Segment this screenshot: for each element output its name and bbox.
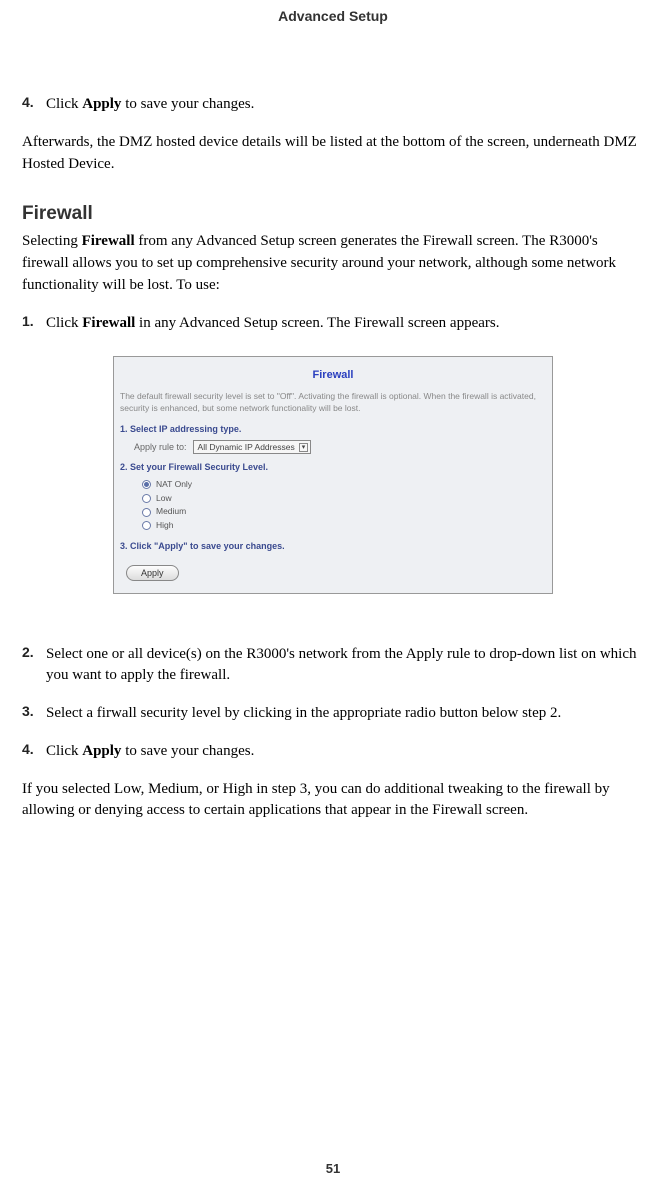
text-post: to save your changes. [121, 96, 254, 112]
intro-paragraph: Selecting Firewall from any Advanced Set… [22, 231, 644, 296]
radio-label: High [156, 519, 173, 533]
step-text: Click Apply to save your changes. [46, 94, 644, 116]
select-value: All Dynamic IP Addresses [198, 442, 295, 452]
step-text: Click Apply to save your changes. [46, 741, 644, 763]
step-number: 1. [22, 313, 46, 335]
security-level-radios: NAT Only Low Medium High [142, 478, 546, 532]
apply-button[interactable]: Apply [126, 565, 179, 581]
text-bold: Firewall [82, 233, 135, 249]
step-3: 3. Select a firwall security level by cl… [22, 703, 644, 725]
step-text: Select a firwall security level by click… [46, 703, 644, 725]
section-heading-firewall: Firewall [22, 203, 644, 225]
text-post: to save your changes. [121, 743, 254, 759]
text-pre: Click [46, 743, 82, 759]
radio-label: Medium [156, 505, 186, 519]
panel-step3-label: 3. Click "Apply" to save your changes. [120, 541, 546, 551]
step-number: 3. [22, 703, 46, 725]
step-4-bottom: 4. Click Apply to save your changes. [22, 741, 644, 763]
step-text: Select one or all device(s) on the R3000… [46, 644, 644, 688]
ip-address-select[interactable]: All Dynamic IP Addresses ▾ [193, 440, 312, 454]
chevron-down-icon: ▾ [299, 443, 309, 452]
step-text: Click Firewall in any Advanced Setup scr… [46, 313, 644, 335]
radio-label: NAT Only [156, 478, 192, 492]
radio-icon [142, 521, 151, 530]
radio-high[interactable]: High [142, 519, 546, 533]
apply-rule-row: Apply rule to: All Dynamic IP Addresses … [134, 440, 546, 454]
text-pre: Click [46, 315, 82, 331]
panel-description: The default firewall security level is s… [120, 391, 546, 414]
step-1: 1. Click Firewall in any Advanced Setup … [22, 313, 644, 335]
step-4-top: 4. Click Apply to save your changes. [22, 94, 644, 116]
radio-nat-only[interactable]: NAT Only [142, 478, 546, 492]
radio-low[interactable]: Low [142, 492, 546, 506]
step-2: 2. Select one or all device(s) on the R3… [22, 644, 644, 688]
page-number: 51 [0, 1161, 666, 1176]
step-number: 4. [22, 94, 46, 116]
text-pre: Click [46, 96, 82, 112]
text-bold: Apply [82, 743, 121, 759]
text-pre: Selecting [22, 233, 82, 249]
step-number: 2. [22, 644, 46, 688]
panel-title: Firewall [120, 369, 546, 381]
text-post: in any Advanced Setup screen. The Firewa… [135, 315, 499, 331]
firewall-panel: Firewall The default firewall security l… [113, 356, 553, 593]
radio-icon [142, 480, 151, 489]
step-number: 4. [22, 741, 46, 763]
apply-rule-label: Apply rule to: [134, 442, 187, 452]
tail-paragraph: If you selected Low, Medium, or High in … [22, 779, 644, 823]
radio-icon [142, 494, 151, 503]
radio-label: Low [156, 492, 172, 506]
panel-step1-label: 1. Select IP addressing type. [120, 424, 546, 434]
page-header: Advanced Setup [22, 8, 644, 24]
text-bold: Apply [82, 96, 121, 112]
panel-step2-label: 2. Set your Firewall Security Level. [120, 462, 546, 472]
text-bold: Firewall [82, 315, 135, 331]
afterwards-paragraph: Afterwards, the DMZ hosted device detail… [22, 132, 644, 176]
radio-icon [142, 508, 151, 517]
radio-medium[interactable]: Medium [142, 505, 546, 519]
